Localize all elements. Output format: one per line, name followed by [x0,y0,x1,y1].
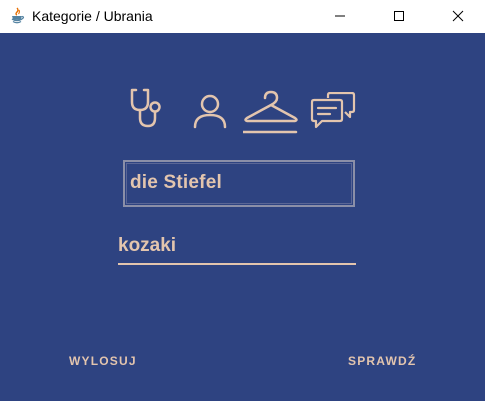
word-display-box: die Stiefel [123,160,355,207]
check-button[interactable]: SPRAWDŹ [348,354,416,368]
hanger-icon[interactable] [243,90,299,136]
maximize-icon [393,10,405,22]
main-panel: die Stiefel WYLOSUJ SPRAWDŹ [0,33,485,401]
close-button[interactable] [435,0,481,31]
foreign-word: die Stiefel [130,172,222,193]
answer-input[interactable] [118,228,356,265]
window-title: Kategorie / Ubrania [32,8,153,24]
category-icons [0,88,485,138]
close-icon [452,10,464,22]
title-bar: Kategorie / Ubrania [0,0,485,33]
stethoscope-icon[interactable] [128,88,164,130]
maximize-button[interactable] [376,0,422,31]
draw-button[interactable]: WYLOSUJ [69,354,137,368]
person-icon[interactable] [192,94,228,130]
chat-bubbles-icon[interactable] [310,92,358,130]
app-window: Kategorie / Ubrania die Stiefel kozaki W… [0,0,485,401]
minimize-icon [334,10,346,22]
minimize-button[interactable] [317,0,363,31]
java-icon [9,7,25,25]
